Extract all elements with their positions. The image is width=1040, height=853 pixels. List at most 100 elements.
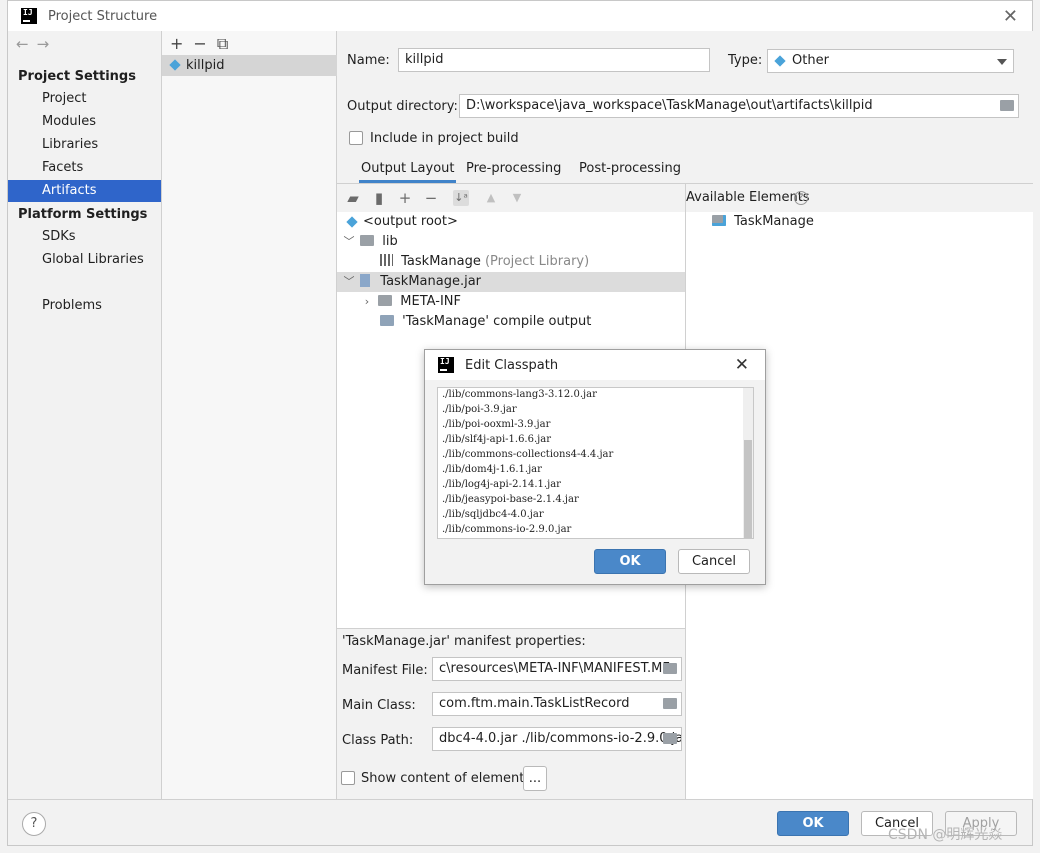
edit-classpath-dialog: IJ Edit Classpath ✕ ./lib/commons-lang3-… — [424, 349, 766, 585]
output-directory-input[interactable]: D:\workspace\java_workspace\TaskManage\o… — [459, 94, 1019, 118]
available-item-label: TaskManage — [734, 214, 814, 229]
folder-icon — [360, 235, 375, 246]
classpath-textarea[interactable]: ./lib/commons-lang3-3.12.0.jar ./lib/poi… — [437, 387, 754, 539]
module-output-icon — [380, 315, 394, 326]
dialog-cancel-button[interactable]: Cancel — [678, 549, 750, 574]
lib-label: lib — [382, 234, 398, 249]
bottom-options: Show content of elements ... — [337, 758, 685, 799]
add-copy-icon[interactable]: + — [397, 190, 413, 206]
tree-row-lib[interactable]: ﹀ lib — [337, 232, 685, 252]
tab-post-processing[interactable]: Post-processing — [579, 159, 681, 183]
taskmanage-library-label: TaskManage — [401, 254, 481, 269]
classpath-line: ./lib/sqljdbc4-4.0.jar — [442, 509, 544, 520]
sidebar-item-artifacts[interactable]: Artifacts — [8, 180, 161, 202]
dialog-close-icon[interactable]: ✕ — [735, 355, 749, 375]
create-directory-icon[interactable]: ▰ — [345, 190, 361, 206]
classpath-line: ./lib/poi-ooxml-3.9.jar — [442, 419, 551, 430]
folder-icon — [378, 295, 393, 306]
manifest-properties-panel: 'TaskManage.jar' manifest properties: Ma… — [337, 628, 685, 758]
available-elements-title: Available Elements — [686, 190, 810, 205]
classpath-line: ./lib/log4j-api-2.14.1.jar — [442, 479, 561, 490]
project-library-suffix: (Project Library) — [484, 254, 590, 269]
chevron-down-icon[interactable]: ﹀ — [342, 232, 356, 252]
artifact-list-panel: +−⧉ killpid — [162, 31, 337, 799]
other-type-icon — [774, 55, 786, 67]
more-options-button[interactable]: ... — [523, 766, 547, 791]
settings-sidebar: ←→ Project Settings Project Modules Libr… — [8, 31, 162, 799]
available-elements-header: Available Elements ? — [686, 184, 1034, 212]
type-label: Type: — [728, 53, 763, 68]
classpath-scrollbar[interactable] — [743, 388, 753, 538]
classpath-line: ./lib/commons-collections4-4.4.jar — [442, 449, 614, 460]
tab-pre-processing[interactable]: Pre-processing — [466, 159, 561, 183]
type-select-value: Other — [792, 53, 829, 68]
manifest-file-input[interactable]: c\resources\META-INF\MANIFEST.MF — [432, 657, 682, 681]
sidebar-item-sdks[interactable]: SDKs — [8, 226, 161, 248]
create-archive-icon[interactable]: ▮ — [371, 190, 387, 206]
sort-icon[interactable]: ↓ᵃ — [453, 190, 469, 206]
intellij-logo-icon: IJ — [438, 357, 454, 373]
close-window-icon[interactable]: ✕ — [1003, 6, 1018, 27]
output-root-label: <output root> — [363, 214, 458, 229]
sidebar-item-problems[interactable]: Problems — [8, 295, 161, 317]
expand-class-path-icon[interactable] — [663, 733, 677, 744]
platform-settings-header: Platform Settings — [18, 207, 148, 222]
jar-icon — [360, 274, 371, 287]
artifact-item-killpid[interactable]: killpid — [162, 55, 337, 76]
back-arrow-icon[interactable]: ← — [16, 35, 37, 53]
class-path-input[interactable]: dbc4-4.0.jar ./lib/commons-io-2.9.0.jar — [432, 727, 682, 751]
show-content-checkbox[interactable] — [341, 771, 355, 785]
remove-icon[interactable]: − — [193, 34, 216, 53]
ok-button[interactable]: OK — [777, 811, 849, 836]
tree-row-compile-output[interactable]: 'TaskManage' compile output — [337, 312, 685, 332]
move-down-icon[interactable]: ▼ — [509, 190, 525, 206]
sidebar-item-global-libraries[interactable]: Global Libraries — [8, 249, 161, 271]
tree-row-output-root[interactable]: <output root> — [337, 212, 685, 232]
sidebar-item-facets[interactable]: Facets — [8, 157, 161, 179]
sidebar-item-project[interactable]: Project — [8, 88, 161, 110]
dialog-ok-button[interactable]: OK — [594, 549, 666, 574]
name-input[interactable]: killpid — [398, 48, 710, 72]
move-up-icon[interactable]: ▲ — [483, 190, 499, 206]
tab-output-layout[interactable]: Output Layout — [359, 159, 457, 183]
main-class-value: com.ftm.main.TaskListRecord — [439, 696, 630, 711]
dialog-title: Edit Classpath — [465, 358, 559, 373]
include-in-build-label: Include in project build — [370, 131, 519, 146]
tree-row-meta-inf[interactable]: › META-INF — [337, 292, 685, 312]
main-class-label: Main Class: — [342, 698, 416, 713]
type-select[interactable]: Other — [767, 49, 1014, 73]
csdn-watermark: CSDN @明辉光焱 — [888, 827, 1003, 843]
add-icon[interactable]: + — [170, 34, 193, 53]
tree-row-taskmanage-library[interactable]: TaskManage (Project Library) — [337, 252, 685, 272]
sidebar-item-libraries[interactable]: Libraries — [8, 134, 161, 156]
manifest-title: 'TaskManage.jar' manifest properties: — [342, 634, 586, 649]
forward-arrow-icon[interactable]: → — [37, 35, 58, 53]
classpath-line: ./lib/slf4j-api-1.6.6.jar — [442, 434, 551, 445]
scrollbar-thumb[interactable] — [744, 440, 752, 538]
browse-folder-icon[interactable] — [1000, 100, 1014, 111]
include-in-build-checkbox[interactable] — [349, 131, 363, 145]
dialog-title-bar: IJ Edit Classpath ✕ — [425, 350, 765, 380]
tree-row-taskmanage-jar[interactable]: ﹀ TaskManage.jar — [337, 272, 685, 292]
chevron-down-icon[interactable]: ﹀ — [342, 272, 356, 292]
browse-folder-icon[interactable] — [663, 663, 677, 674]
output-root-icon — [346, 216, 358, 228]
help-icon[interactable]: ? — [794, 191, 808, 205]
class-path-label: Class Path: — [342, 733, 414, 748]
help-button[interactable]: ? — [22, 812, 46, 836]
window-title: Project Structure — [48, 9, 158, 24]
main-class-input[interactable]: com.ftm.main.TaskListRecord — [432, 692, 682, 716]
class-path-value: dbc4-4.0.jar ./lib/commons-io-2.9.0.jar — [439, 731, 682, 746]
available-item-taskmanage[interactable]: TaskManage — [686, 212, 1032, 232]
remove-element-icon[interactable]: − — [423, 190, 439, 206]
browse-class-icon[interactable] — [663, 698, 677, 709]
output-directory-label: Output directory: — [347, 99, 458, 114]
copy-icon[interactable]: ⧉ — [217, 34, 238, 53]
manifest-file-label: Manifest File: — [342, 663, 428, 678]
manifest-file-value: c\resources\META-INF\MANIFEST.MF — [439, 661, 670, 676]
classpath-line: ./lib/poi-3.9.jar — [442, 404, 517, 415]
nav-arrows[interactable]: ←→ — [16, 35, 57, 53]
sidebar-item-modules[interactable]: Modules — [8, 111, 161, 133]
chevron-right-icon[interactable]: › — [360, 292, 374, 312]
compile-output-label: 'TaskManage' compile output — [402, 314, 592, 329]
